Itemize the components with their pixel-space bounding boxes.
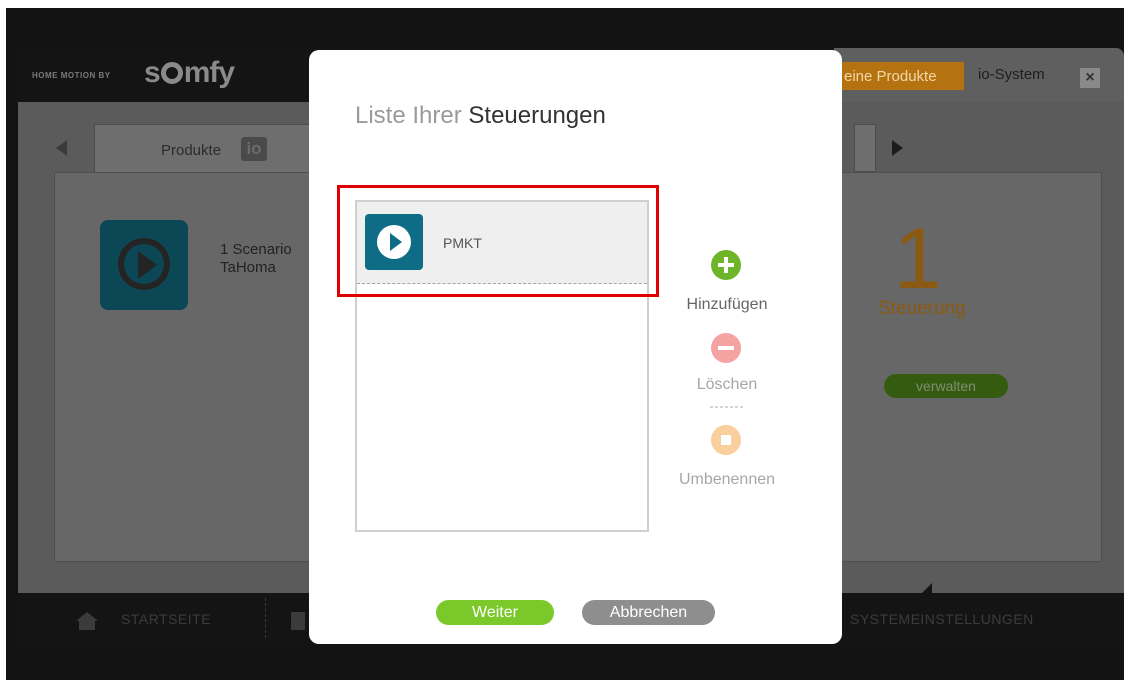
scenario-summary: 1 Scenario TaHoma — [220, 241, 292, 277]
cancel-button[interactable]: Abbrechen — [582, 600, 715, 625]
dialog-title-bold: Steuerungen — [468, 102, 606, 129]
document-icon[interactable] — [291, 612, 305, 630]
scenario-line-1: 1 Scenario — [220, 241, 292, 258]
brand-tagline: HOME MOTION BY — [32, 71, 111, 80]
dialog-title: Liste Ihrer Steuerungen — [355, 102, 606, 130]
tab-products-label: Produkte — [161, 142, 222, 159]
close-icon[interactable]: × — [1080, 68, 1100, 88]
scenario-play-tile[interactable] — [100, 220, 188, 310]
rename-icon[interactable] — [711, 425, 741, 455]
delete-icon[interactable] — [711, 333, 741, 363]
nav-settings-tab — [920, 583, 932, 595]
io-badge-icon: io — [241, 137, 267, 161]
play-icon — [390, 233, 402, 251]
nav-start[interactable]: STARTSEITE — [121, 611, 211, 627]
list-item[interactable]: PMKT — [357, 202, 647, 284]
my-products-link[interactable]: eine Produkte — [830, 62, 964, 90]
nav-system-settings[interactable]: SYSTEMEINSTELLUNGEN — [850, 611, 1034, 627]
tab-products[interactable]: Produkte io — [94, 124, 334, 172]
manage-button[interactable]: verwalten — [884, 374, 1008, 398]
add-icon[interactable] — [711, 250, 741, 280]
list-item-label: PMKT — [443, 235, 482, 251]
nav-divider — [265, 598, 266, 638]
tab-right[interactable] — [854, 124, 876, 172]
controllers-list: PMKT — [355, 200, 649, 532]
io-system-link[interactable]: io-System — [978, 66, 1045, 83]
rename-button-label[interactable]: Umbenennen — [657, 471, 797, 489]
screen: HOME MOTION BY s mfy eine Produkte io-Sys… — [0, 0, 1124, 685]
play-icon — [138, 251, 157, 279]
home-icon[interactable] — [76, 612, 98, 630]
controller-count-label: Steuerung — [878, 298, 966, 319]
add-button-label[interactable]: Hinzufügen — [657, 296, 797, 314]
somfy-logo: s mfy — [144, 56, 235, 89]
controller-count: 1 — [894, 211, 942, 307]
actions-separator: ------- — [709, 399, 745, 413]
arrow-left-icon[interactable] — [56, 140, 67, 156]
dialog-title-light: Liste Ihrer — [355, 102, 462, 129]
arrow-right-icon[interactable] — [892, 140, 903, 156]
controllers-dialog: Liste Ihrer Steuerungen PMKT Hinzufügen … — [309, 50, 842, 644]
delete-button-label[interactable]: Löschen — [657, 376, 797, 394]
next-button[interactable]: Weiter — [436, 600, 554, 625]
scenario-line-2: TaHoma — [220, 259, 276, 276]
controller-tile — [365, 214, 423, 270]
logo-dot-icon — [160, 62, 183, 84]
